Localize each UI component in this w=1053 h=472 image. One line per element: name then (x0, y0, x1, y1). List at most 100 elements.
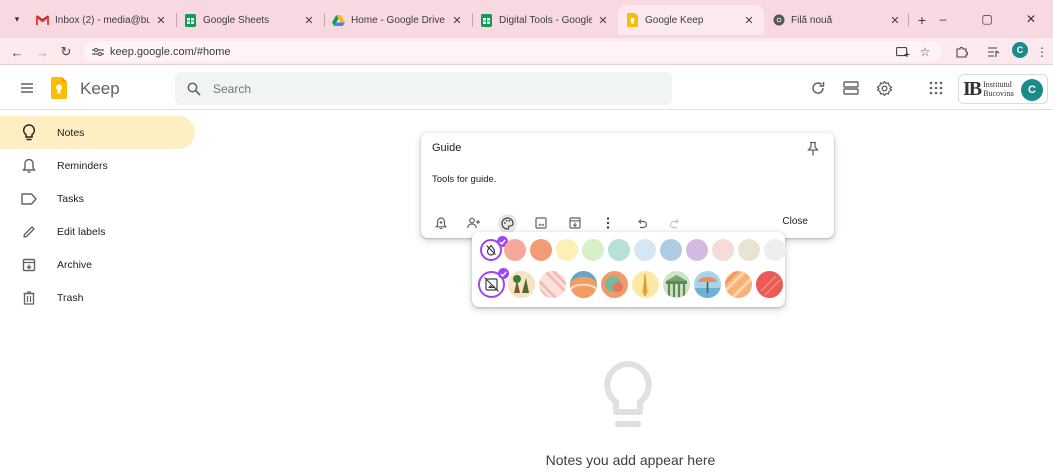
address-bar[interactable]: keep.google.com/#home (84, 41, 942, 62)
background-recipes[interactable] (601, 271, 628, 298)
url-text: keep.google.com/#home (110, 45, 231, 58)
refresh-icon[interactable] (808, 78, 828, 98)
background-food[interactable] (539, 271, 566, 298)
search-input[interactable] (213, 81, 633, 96)
background-places[interactable] (663, 271, 690, 298)
list-view-icon[interactable] (841, 78, 861, 98)
archive-icon[interactable] (565, 214, 584, 233)
close-window-button[interactable]: ✕ (1009, 12, 1053, 26)
color-swatch[interactable] (556, 239, 578, 261)
selected-check-icon (498, 268, 509, 279)
org-logo-text: Institutul Bucovina (983, 80, 1014, 98)
background-groceries[interactable] (508, 271, 535, 298)
close-tab-icon[interactable]: ✕ (888, 14, 902, 27)
tab-title: Filă nouă (791, 14, 833, 26)
minimize-window-button[interactable]: – (921, 12, 965, 26)
color-swatch[interactable] (530, 239, 552, 261)
color-swatch[interactable] (712, 239, 734, 261)
note-title[interactable]: Guide (432, 142, 461, 154)
background-options-palette-icon[interactable] (498, 213, 517, 233)
site-settings-icon[interactable] (92, 47, 104, 57)
redo-icon[interactable] (666, 214, 685, 233)
extensions-puzzle-icon[interactable] (952, 42, 972, 62)
color-swatch[interactable] (738, 239, 760, 261)
color-swatch[interactable] (686, 239, 708, 261)
drive-icon (332, 14, 345, 27)
color-swatch[interactable] (608, 239, 630, 261)
org-logo-line1: Institutul (983, 80, 1013, 89)
main-menu-icon[interactable] (16, 78, 38, 98)
color-swatch[interactable] (504, 239, 526, 261)
window-controls: – ▢ ✕ (921, 0, 1053, 38)
browser-tab-new-tab[interactable]: Filă nouă ✕ (764, 5, 910, 35)
forward-arrow-icon[interactable]: → (32, 42, 52, 62)
note-body[interactable]: Tools for guide. (432, 174, 496, 185)
back-arrow-icon[interactable]: ← (7, 42, 27, 62)
empty-state-message: Notes you add appear here (545, 452, 716, 468)
collaborator-add-person-icon[interactable] (465, 214, 484, 233)
color-swatch[interactable] (634, 239, 656, 261)
close-tab-icon[interactable]: ✕ (154, 14, 168, 27)
background-notes[interactable] (632, 271, 659, 298)
browser-tab-sheets[interactable]: Google Sheets ✕ (176, 5, 324, 35)
background-celebration[interactable] (756, 271, 783, 298)
browser-tab-digital-tools[interactable]: Digital Tools - Google Shee ✕ (472, 5, 618, 35)
restore-window-button[interactable]: ▢ (965, 12, 1009, 26)
color-swatch[interactable] (764, 239, 786, 261)
browser-profile-avatar[interactable]: C (1012, 42, 1028, 58)
sidebar-item-reminders[interactable]: Reminders (0, 149, 195, 182)
settings-gear-icon[interactable] (874, 78, 894, 98)
background-music[interactable] (570, 271, 597, 298)
keep-logo-icon[interactable] (51, 77, 67, 99)
color-swatch[interactable] (582, 239, 604, 261)
browser-menu-icon[interactable]: ⋮ (1032, 42, 1052, 62)
install-app-icon[interactable] (893, 42, 913, 62)
sidebar-item-notes[interactable]: Notes (0, 116, 195, 149)
app-title[interactable]: Keep (80, 79, 120, 99)
org-logo-line2: Bucovina (983, 89, 1014, 98)
browser-tab-gmail[interactable]: Inbox (2) - media@bucovi ✕ (28, 5, 176, 35)
reload-icon[interactable]: ↻ (56, 42, 76, 62)
sidebar-item-edit-labels[interactable]: Edit labels (0, 215, 195, 248)
close-tab-icon[interactable]: ✕ (302, 14, 316, 27)
label-tag-icon (19, 192, 39, 205)
sidebar-item-label: Trash (57, 291, 84, 304)
close-note-button[interactable]: Close (782, 216, 808, 227)
close-tab-icon[interactable]: ✕ (596, 14, 610, 27)
reading-list-icon[interactable] (984, 42, 1004, 62)
search-bar[interactable] (175, 72, 672, 105)
sidebar-item-tasks[interactable]: Tasks (0, 182, 195, 215)
apps-grid-icon[interactable] (926, 78, 946, 98)
background-travel[interactable] (694, 271, 721, 298)
close-tab-icon[interactable]: ✕ (742, 14, 756, 27)
archive-icon (19, 258, 39, 272)
bookmark-star-icon[interactable]: ☆ (915, 42, 935, 62)
undo-icon[interactable] (632, 214, 651, 233)
trash-icon (19, 290, 39, 305)
sheets-icon (184, 13, 197, 27)
browser-tab-keep[interactable]: Google Keep ✕ (618, 5, 764, 35)
browser-tab-drive[interactable]: Home - Google Drive ✕ (324, 5, 472, 35)
color-swatch[interactable] (660, 239, 682, 261)
pin-icon[interactable] (806, 141, 820, 157)
tab-search-chevron-icon[interactable]: ▾ (8, 10, 26, 28)
remind-me-bell-icon[interactable] (431, 214, 450, 233)
background-options-panel (472, 232, 786, 307)
sidebar-item-archive[interactable]: Archive (0, 248, 195, 281)
tab-title: Google Keep (645, 14, 704, 26)
keep-icon (626, 13, 639, 27)
lightbulb-icon (19, 124, 39, 141)
browser-tab-strip: ▾ Inbox (2) - media@bucovi ✕ Google Shee… (0, 0, 1053, 38)
search-icon[interactable] (187, 82, 201, 96)
background-video[interactable] (725, 271, 752, 298)
empty-lightbulb-icon (600, 360, 656, 432)
add-image-icon[interactable] (532, 214, 551, 233)
note-toolbar (431, 213, 699, 233)
more-options-icon[interactable] (599, 214, 618, 233)
account-avatar[interactable]: C (1021, 79, 1043, 101)
account-switcher[interactable]: IB Institutul Bucovina C (958, 74, 1048, 104)
sidebar-item-trash[interactable]: Trash (0, 281, 195, 314)
sidebar-item-label: Reminders (57, 159, 108, 172)
close-tab-icon[interactable]: ✕ (450, 14, 464, 27)
keep-header: Keep IB Institutul Bucovina C (0, 66, 1053, 110)
